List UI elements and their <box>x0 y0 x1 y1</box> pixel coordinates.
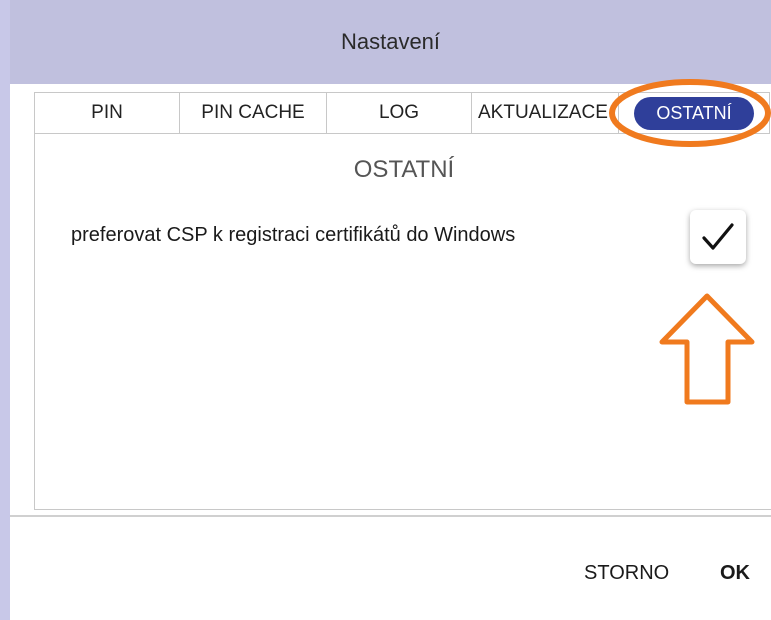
checkmark-icon <box>702 223 734 250</box>
prefer-csp-label: preferovat CSP k registraci certifikátů … <box>71 224 516 246</box>
dialog-title-bar: Nastavení <box>10 0 771 84</box>
cancel-button[interactable]: STORNO <box>584 562 669 585</box>
dialog-title: Nastavení <box>340 29 441 54</box>
ok-button[interactable]: OK <box>720 562 750 585</box>
tab-pin-cache[interactable]: PIN CACHE <box>179 92 327 134</box>
tab-pin-cache-label: PIN CACHE <box>201 102 305 123</box>
tab-content-panel: OSTATNÍ preferovat CSP k registraci cert… <box>34 134 771 510</box>
tab-ostatni-label: OSTATNÍ <box>634 96 754 130</box>
tab-log[interactable]: LOG <box>326 92 472 134</box>
section-title: OSTATNÍ <box>353 156 455 183</box>
settings-dialog: Nastavení PIN PIN CACHE LOG AKTUALIZACE … <box>0 0 771 620</box>
tab-ostatni[interactable]: OSTATNÍ <box>618 92 770 134</box>
tab-pin[interactable]: PIN <box>34 92 180 134</box>
tab-aktualizace-label: AKTUALIZACE <box>478 102 608 123</box>
tab-pin-label: PIN <box>91 102 123 123</box>
tab-log-label: LOG <box>378 102 420 123</box>
prefer-csp-checkbox[interactable] <box>690 210 746 264</box>
tab-aktualizace[interactable]: AKTUALIZACE <box>471 92 619 134</box>
tab-bar: PIN PIN CACHE LOG AKTUALIZACE OSTATNÍ <box>34 92 771 134</box>
footer-divider <box>10 515 771 517</box>
